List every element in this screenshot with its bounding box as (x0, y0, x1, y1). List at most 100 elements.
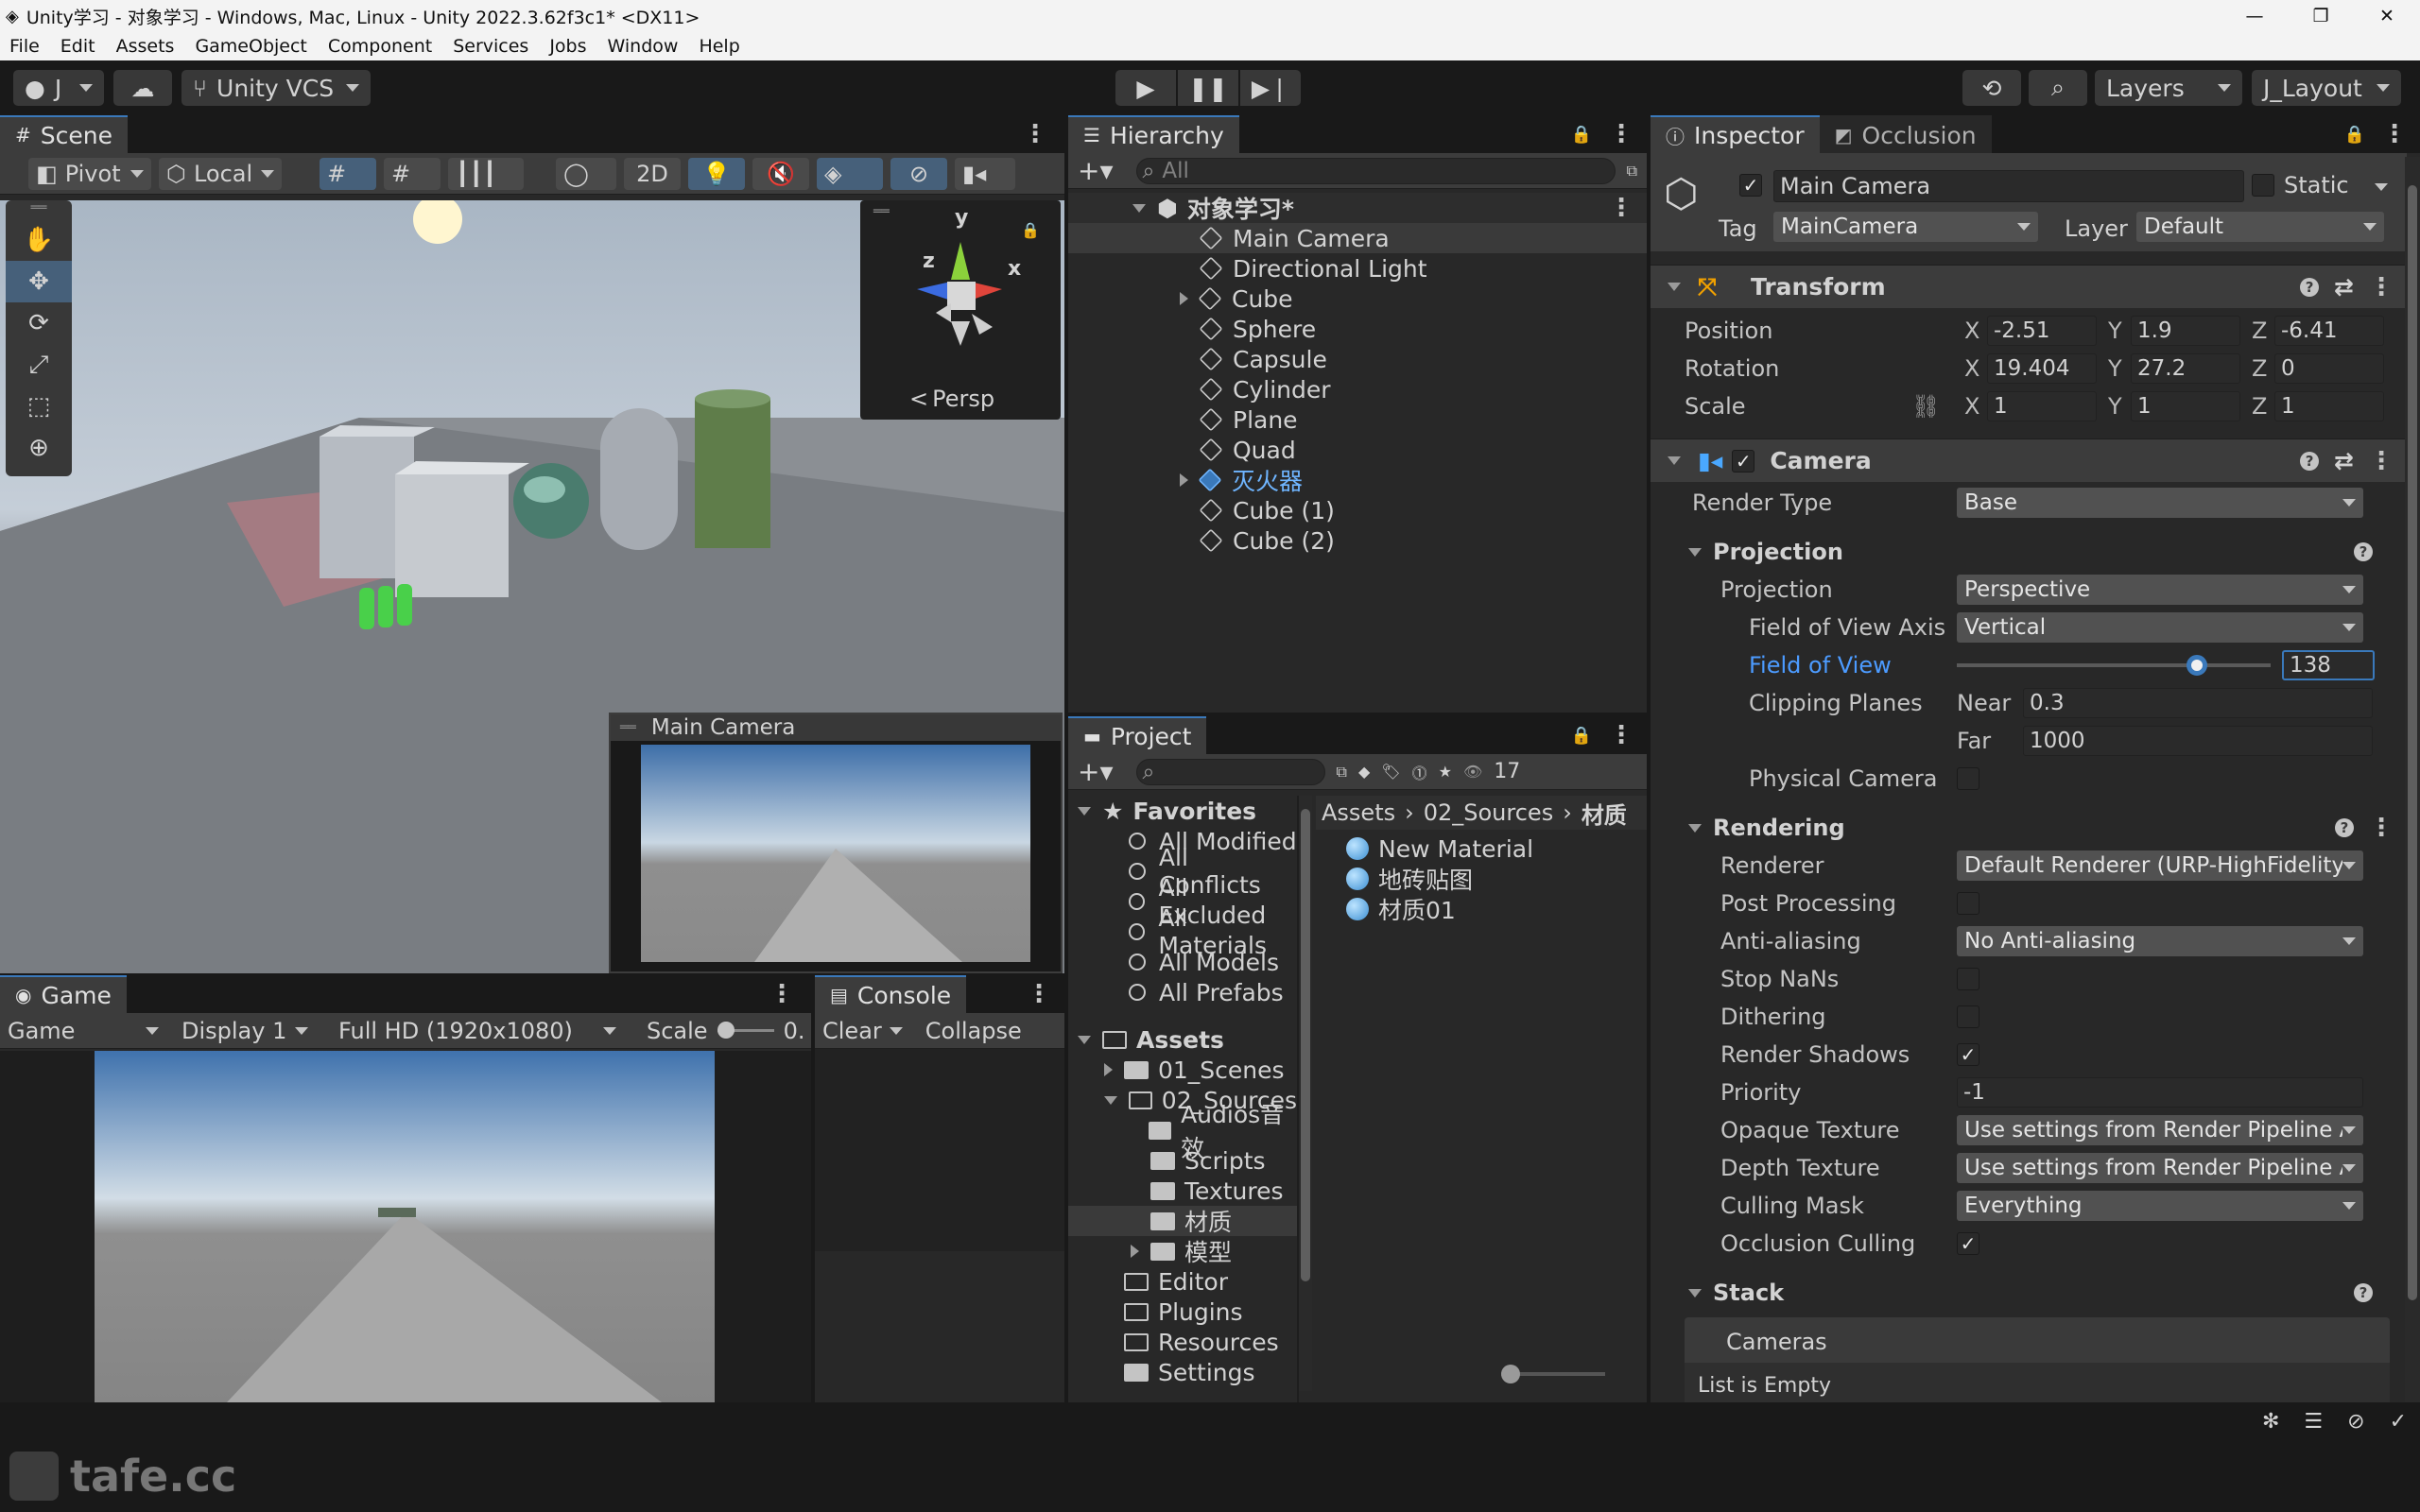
near-field[interactable]: 0.3 (2023, 688, 2373, 718)
static-checkbox[interactable] (2252, 174, 2274, 197)
resolution-dropdown[interactable]: Full HD (1920x1080) (323, 1018, 631, 1044)
mode-2d-button[interactable]: 2D (624, 157, 681, 190)
transform-x-field[interactable]: -2.51 (1987, 316, 2097, 346)
post-checkbox[interactable] (1957, 892, 1979, 915)
move-tool[interactable]: ✥ (6, 261, 72, 302)
projection-dropdown[interactable]: Perspective (1957, 575, 2363, 605)
history-button[interactable]: ⟲ (1962, 70, 2021, 106)
folder-item[interactable]: Textures (1068, 1176, 1297, 1206)
local-dropdown[interactable]: ⬡ Local (159, 157, 282, 190)
inspector-scrollbar[interactable] (2405, 157, 2420, 1402)
vcs-button[interactable]: ⑂ Unity VCS (182, 70, 371, 106)
hierarchy-item[interactable]: Quad (1068, 435, 1647, 465)
expand-arrow-icon[interactable] (1104, 1095, 1117, 1105)
breadcrumb-assets[interactable]: Assets (1322, 799, 1395, 826)
layers-dropdown[interactable]: Layers (2095, 70, 2242, 106)
preset-icon[interactable]: ⇄ (2334, 273, 2354, 301)
occlusion-checkbox[interactable]: ✓ (1957, 1232, 1979, 1255)
persp-toggle[interactable]: < Persp (909, 386, 994, 412)
cache-icon[interactable]: ☰ (2304, 1410, 2323, 1434)
help-icon[interactable]: ? (2300, 277, 2320, 297)
close-button[interactable]: ✕ (2354, 6, 2420, 26)
hierarchy-item[interactable]: Cube (1068, 284, 1647, 314)
lock-icon[interactable]: 🔒 (1571, 125, 1592, 145)
more-icon[interactable]: ⋮ (1609, 120, 1634, 148)
fov-slider[interactable] (1957, 655, 2271, 676)
grid-snap-button[interactable]: # (320, 157, 376, 190)
pivot-dropdown[interactable]: ◧ Pivot (28, 157, 151, 190)
favorite-item[interactable]: All Materials (1068, 904, 1297, 959)
label-icon[interactable]: 🏷 (1381, 763, 1400, 781)
debug-icon[interactable]: ✻ (2262, 1410, 2279, 1434)
breadcrumb-sources[interactable]: 02_Sources (1424, 799, 1553, 826)
transform-y-field[interactable]: 1.9 (2131, 316, 2240, 346)
more-icon[interactable]: ⋮ (1027, 980, 1051, 1008)
help-icon[interactable]: ? (2335, 818, 2354, 837)
menu-help[interactable]: Help (699, 36, 739, 57)
tab-occlusion[interactable]: ◩ Occlusion (1819, 115, 1992, 153)
account-button[interactable]: ● J (13, 70, 104, 106)
stack-section[interactable]: Stack ? (1651, 1274, 2407, 1312)
shading-dropdown[interactable]: ◯ (556, 157, 616, 190)
asset-item[interactable]: 材质01 (1346, 894, 1647, 924)
play-button[interactable]: ▶ (1115, 70, 1176, 106)
folder-item[interactable]: Audios音效 (1068, 1101, 1297, 1162)
search-scope-icon[interactable]: ⧉ (1337, 763, 1347, 782)
preset-icon[interactable]: ⇄ (2334, 447, 2354, 474)
network-icon[interactable]: ⊘ (2347, 1410, 2364, 1434)
transform-header[interactable]: ⤧ Transform ? ⇄ ⋮ (1651, 265, 2407, 308)
folder-item[interactable]: 01_Scenes (1068, 1055, 1297, 1085)
layout-dropdown[interactable]: J_Layout (2252, 70, 2401, 106)
rotate-tool[interactable]: ⟳ (6, 302, 72, 344)
depth-dropdown[interactable]: Use settings from Render Pipeline As (1957, 1153, 2363, 1183)
transform-tool[interactable]: ⊕ (6, 427, 72, 469)
renderer-dropdown[interactable]: Default Renderer (URP-HighFidelity (1957, 850, 2363, 881)
fov-field[interactable]: 138 (2282, 650, 2375, 680)
tab-console[interactable]: ▤ Console (815, 975, 967, 1013)
rendering-section[interactable]: Rendering ? ⋮ (1651, 809, 2407, 847)
active-checkbox[interactable]: ✓ (1739, 174, 1762, 197)
star-icon[interactable]: ★ (1439, 763, 1452, 781)
asset-item[interactable]: New Material (1346, 833, 1647, 864)
scene-visibility-icon[interactable]: ⧉ (1627, 162, 1637, 180)
favorite-item[interactable]: All Prefabs (1068, 977, 1297, 1007)
hierarchy-item[interactable]: Cylinder (1068, 374, 1647, 404)
priority-field[interactable]: -1 (1957, 1077, 2363, 1108)
tag-dropdown[interactable]: MainCamera (1773, 212, 2038, 242)
favorite-item[interactable]: All Models (1068, 947, 1297, 977)
tab-inspector[interactable]: ⓘ Inspector (1651, 115, 1820, 153)
filter-type-icon[interactable]: ◆ (1358, 763, 1370, 781)
culling-dropdown[interactable]: Everything (1957, 1191, 2363, 1221)
menu-assets[interactable]: Assets (116, 36, 175, 57)
link-icon[interactable]: ⛓ (1911, 393, 1964, 420)
assets-header[interactable]: Assets (1068, 1024, 1297, 1055)
hidden-eye-icon[interactable]: 👁 (1463, 763, 1482, 781)
transform-y-field[interactable]: 27.2 (2131, 353, 2240, 384)
warning-icon[interactable]: ⓵ (1412, 761, 1427, 783)
scale-tool[interactable]: ⤢ (6, 344, 72, 386)
menu-services[interactable]: Services (453, 36, 528, 57)
game-view[interactable] (0, 1051, 811, 1402)
expand-arrow-icon[interactable] (1180, 292, 1188, 305)
hierarchy-item[interactable]: Main Camera (1068, 223, 1647, 253)
help-icon[interactable]: ? (2300, 451, 2320, 471)
aa-dropdown[interactable]: No Anti-aliasing (1957, 926, 2363, 956)
menu-gameobject[interactable]: GameObject (195, 36, 306, 57)
minimize-button[interactable]: — (2221, 6, 2288, 26)
fov-axis-dropdown[interactable]: Vertical (1957, 612, 2363, 643)
hand-tool[interactable]: ✋ (6, 219, 72, 261)
tab-hierarchy[interactable]: ☰ Hierarchy (1068, 115, 1239, 153)
lock-icon[interactable]: 🔒 (1571, 726, 1592, 746)
scale-slider[interactable] (717, 1022, 774, 1039)
favorites-header[interactable]: ★ Favorites (1068, 796, 1297, 826)
far-field[interactable]: 1000 (2023, 726, 2373, 756)
transform-z-field[interactable]: 0 (2274, 353, 2384, 384)
folder-item[interactable]: 材质 (1068, 1206, 1297, 1236)
camera-dropdown[interactable]: ▮◂ (955, 157, 1015, 190)
render-type-dropdown[interactable]: Base (1957, 488, 2363, 518)
cloud-button[interactable]: ☁ (113, 70, 172, 106)
lock-icon[interactable]: 🔒 (1021, 221, 1040, 239)
clear-button[interactable]: Clear (815, 1018, 890, 1044)
expand-arrow-icon[interactable] (1131, 1245, 1139, 1258)
increment-snap-button[interactable]: # (384, 157, 441, 190)
